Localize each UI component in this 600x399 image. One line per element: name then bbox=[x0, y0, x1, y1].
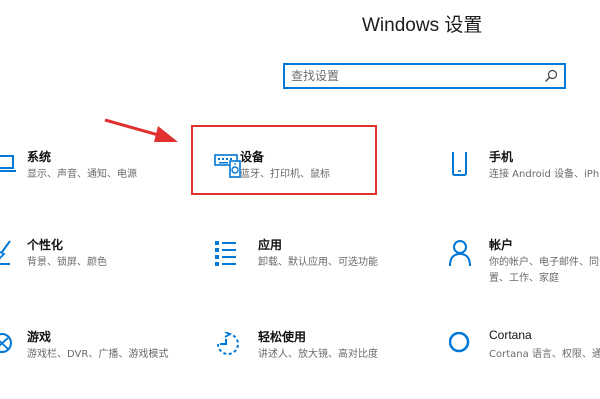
tile-description: 你的帐户、电子邮件、同步设 bbox=[489, 257, 600, 268]
tile-description: 背景、锁屏、颜色 bbox=[27, 257, 107, 268]
tile-description: Cortana 语言、权限、通知 bbox=[489, 349, 600, 360]
highlight-box bbox=[191, 125, 377, 195]
person-icon bbox=[449, 240, 471, 267]
xbox-icon bbox=[0, 333, 12, 353]
tile-description-line2: 置、工作、家庭 bbox=[489, 273, 559, 284]
tile-name: 轻松使用 bbox=[258, 330, 307, 344]
phone-icon bbox=[452, 152, 467, 176]
tile-name: 游戏 bbox=[27, 330, 52, 344]
apps-list-icon bbox=[215, 241, 236, 266]
search-icon[interactable] bbox=[544, 69, 558, 83]
cortana-ring-icon bbox=[449, 332, 470, 353]
tile-description: 游戏栏、DVR、广播、游戏模式 bbox=[27, 349, 169, 360]
window-title: Windows 设置 bbox=[362, 15, 483, 36]
tile-description: 讲述人、放大镜、高对比度 bbox=[258, 349, 378, 360]
arrow-annotation-icon bbox=[104, 118, 178, 142]
tile-name: 个性化 bbox=[27, 238, 64, 252]
tile-name: 应用 bbox=[258, 238, 283, 252]
tile-description: 卸载、默认应用、可选功能 bbox=[258, 257, 378, 268]
tile-name: Cortana bbox=[489, 328, 532, 342]
search-box[interactable] bbox=[283, 63, 566, 89]
tile-name: 手机 bbox=[489, 150, 514, 164]
tile-name: 帐户 bbox=[489, 238, 514, 252]
search-input[interactable] bbox=[291, 67, 541, 85]
tile-description: 显示、声音、通知、电源 bbox=[27, 169, 137, 180]
laptop-icon bbox=[0, 155, 16, 172]
paintbrush-icon bbox=[0, 240, 11, 265]
tile-name: 系统 bbox=[27, 150, 52, 164]
tile-description: 连接 Android 设备、iPh bbox=[489, 169, 600, 180]
ease-of-access-icon bbox=[217, 332, 239, 355]
